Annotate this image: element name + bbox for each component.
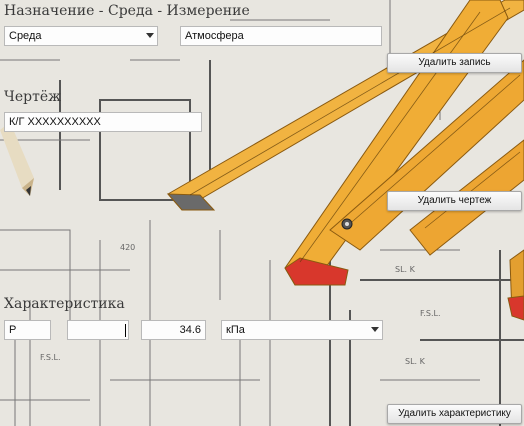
unit-select-value: кПа	[226, 324, 245, 336]
svg-text:SL. K: SL. K	[405, 357, 426, 366]
environment-value-text: Атмосфера	[185, 30, 244, 42]
chevron-down-icon[interactable]	[371, 327, 379, 332]
svg-text:420: 420	[120, 243, 135, 252]
unit-select[interactable]: кПа	[221, 320, 383, 340]
svg-text:F.S.L.: F.S.L.	[40, 353, 60, 362]
section-drawing-title: Чертёж	[4, 89, 61, 105]
chevron-down-icon[interactable]	[146, 33, 154, 38]
svg-text:SL. K: SL. K	[395, 265, 416, 274]
svg-text:F.S.L.: F.S.L.	[420, 309, 440, 318]
characteristic-value-field[interactable]: 34.6	[141, 320, 206, 340]
window: 420 SL. K SL. K F.S.L. F.S.L. Назначение…	[0, 0, 524, 426]
delete-record-button[interactable]: Удалить запись	[387, 53, 522, 73]
characteristic-value-text: 34.6	[179, 324, 201, 336]
delete-drawing-button[interactable]: Удалить чертеж	[387, 191, 522, 211]
text-cursor	[125, 324, 126, 337]
section-characteristic-title: Характеристика	[4, 296, 125, 312]
drawing-number-field[interactable]: К/Г XXXXXXXXXX	[4, 112, 202, 132]
environment-select-value: Среда	[9, 30, 42, 42]
section-purpose-title: Назначение - Среда - Измерение	[4, 3, 250, 19]
environment-select[interactable]: Среда	[4, 26, 158, 46]
characteristic-symbol-field[interactable]: P	[4, 320, 51, 340]
drawing-number-text: К/Г XXXXXXXXXX	[9, 116, 101, 128]
characteristic-extra-field[interactable]	[67, 320, 129, 340]
delete-characteristic-button[interactable]: Удалить характеристику	[387, 404, 522, 424]
environment-value-field[interactable]: Атмосфера	[180, 26, 382, 46]
characteristic-symbol-text: P	[9, 324, 17, 336]
